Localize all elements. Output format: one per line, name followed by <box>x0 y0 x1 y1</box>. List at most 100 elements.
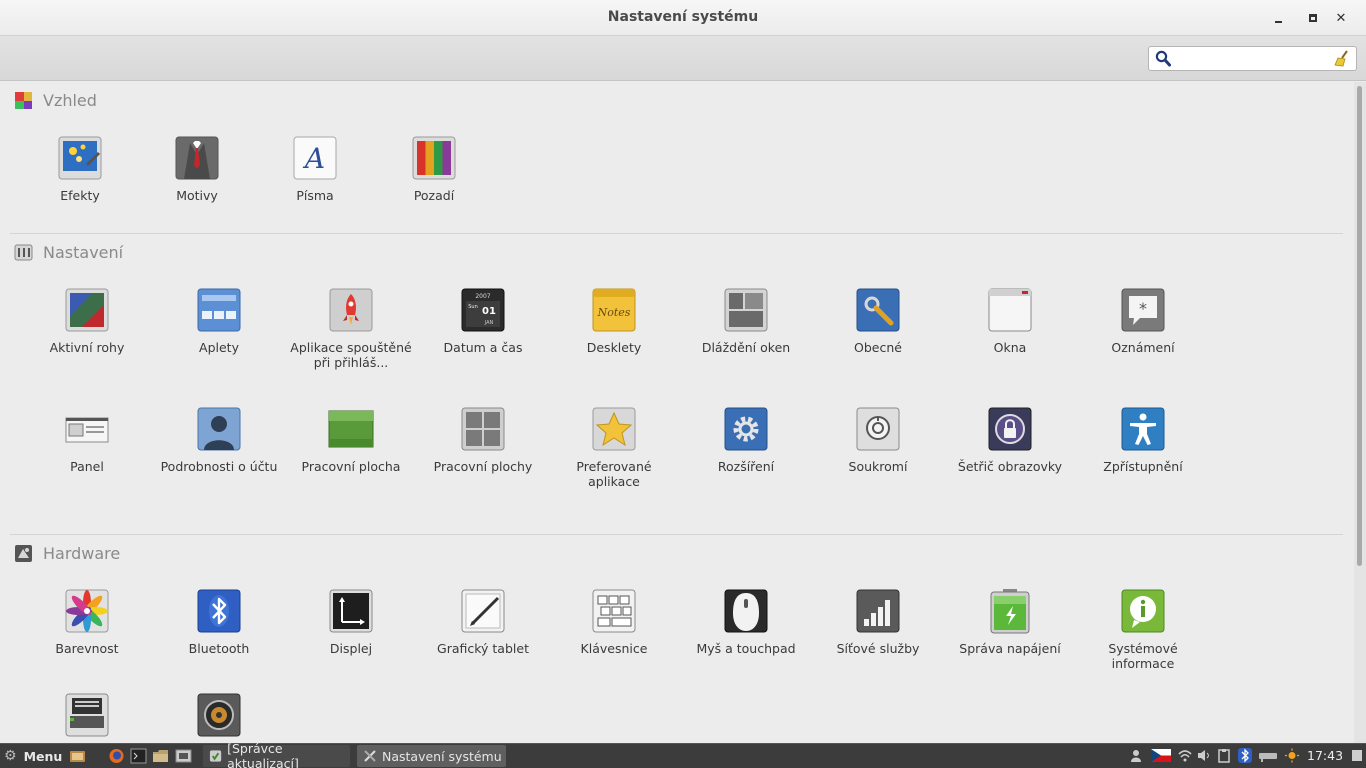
clock[interactable]: 17:43 <box>1307 748 1343 763</box>
scrollbar-thumb[interactable] <box>1357 86 1362 566</box>
taskbar-task-update-manager[interactable]: [Správce aktualizací] <box>203 741 350 768</box>
vertical-scrollbar[interactable] <box>1354 82 1366 743</box>
volume-icon[interactable] <box>1197 748 1211 763</box>
settings-item-aplety[interactable]: Aplety <box>154 287 284 355</box>
user-icon[interactable] <box>1129 748 1143 763</box>
section-divider <box>10 233 1343 234</box>
date-icon-month: JAN <box>484 320 494 326</box>
date-time-icon: 2007 Sun 01 JAN <box>461 288 505 332</box>
account-icon <box>197 407 241 451</box>
bluetooth-tray-icon[interactable] <box>1238 748 1252 763</box>
color-icon <box>65 589 109 633</box>
settings-item-printers[interactable] <box>22 692 152 743</box>
settings-item-sound[interactable] <box>154 692 284 743</box>
section-header-vzhled: Vzhled <box>14 91 97 110</box>
desklets-icon-text: Notes <box>597 306 631 319</box>
settings-item-podrobnosti-o-uctu[interactable]: Podrobnosti o účtu <box>154 406 284 474</box>
update-sun-icon[interactable] <box>1285 748 1299 763</box>
section-divider <box>10 534 1343 535</box>
close-button[interactable]: ✕ <box>1331 8 1351 28</box>
settings-item-bluetooth[interactable]: Bluetooth <box>154 588 284 656</box>
settings-item-sprava-napajeni[interactable]: Správa napájení <box>945 588 1075 656</box>
settings-item-okna[interactable]: Okna <box>945 287 1075 355</box>
notifications-icon: * <box>1121 288 1165 332</box>
settings-item-oznameni[interactable]: * Oznámení <box>1078 287 1208 355</box>
settings-item-label: Klávesnice <box>580 641 648 656</box>
menu-button[interactable]: ⚙ Menu <box>4 744 62 768</box>
minimize-icon <box>1274 21 1282 23</box>
settings-item-label: Oznámení <box>1111 340 1175 355</box>
search-box[interactable] <box>1148 46 1357 71</box>
settings-item-pracovni-plochy[interactable]: Pracovní plochy <box>418 406 548 474</box>
settings-item-setric-obrazovky[interactable]: Šetřič obrazovky <box>945 406 1075 474</box>
settings-item-displej[interactable]: Displej <box>286 588 416 656</box>
settings-item-pozadi[interactable]: Pozadí <box>369 135 499 203</box>
settings-item-obecne[interactable]: Obecné <box>813 287 943 355</box>
settings-item-label: Bluetooth <box>188 641 250 656</box>
date-icon-day-name: Sun <box>468 304 478 310</box>
settings-item-pracovni-plocha[interactable]: Pracovní plocha <box>286 406 416 474</box>
update-manager-icon <box>209 750 222 762</box>
mouse-icon <box>724 589 768 633</box>
settings-item-label: Datum a čas <box>443 340 523 355</box>
settings-item-datum-a-cas[interactable]: 2007 Sun 01 JAN Datum a čas <box>418 287 548 355</box>
close-icon: ✕ <box>1335 10 1347 26</box>
settings-item-soukromi[interactable]: Soukromí <box>813 406 943 474</box>
settings-item-efekty[interactable]: Efekty <box>15 135 145 203</box>
taskbar-task-system-settings[interactable]: Nastavení systému <box>357 745 506 767</box>
file-manager-icon[interactable] <box>152 748 169 764</box>
wifi-icon[interactable] <box>1178 748 1192 763</box>
settings-item-dlazdeni-oken[interactable]: Dláždění oken <box>681 287 811 355</box>
power-icon <box>990 589 1030 634</box>
screensaver-icon <box>988 407 1032 451</box>
settings-item-klavesnice[interactable]: Klávesnice <box>549 588 679 656</box>
settings-item-motivy[interactable]: Motivy <box>132 135 262 203</box>
settings-item-panel[interactable]: Panel <box>22 406 152 474</box>
terminal-icon[interactable] <box>130 748 147 764</box>
settings-item-label: Zpřístupnění <box>1103 459 1183 474</box>
settings-item-zpristupneni[interactable]: Zpřístupnění <box>1078 406 1208 474</box>
svg-text:*: * <box>1139 299 1147 318</box>
settings-item-barevnost[interactable]: Barevnost <box>22 588 152 656</box>
firefox-icon[interactable] <box>108 748 125 764</box>
clipboard-icon[interactable] <box>1217 748 1231 763</box>
settings-item-preferovane-aplikace[interactable]: Preferované aplikace <box>549 406 679 489</box>
minimize-button[interactable] <box>1268 8 1288 28</box>
settings-item-graficky-tablet[interactable]: Grafický tablet <box>418 588 548 656</box>
settings-item-aplikace-spoustene[interactable]: Aplikace spouštěné při přihláš... <box>286 287 416 370</box>
screenshot-icon[interactable] <box>175 748 192 764</box>
maximize-button[interactable] <box>1303 8 1323 28</box>
settings-item-label: Barevnost <box>55 641 119 656</box>
show-desktop-icon[interactable] <box>69 748 86 764</box>
clear-search-icon[interactable] <box>1334 50 1350 67</box>
show-desktop-corner-icon[interactable] <box>1350 748 1364 763</box>
section-header-hardware: Hardware <box>14 544 120 563</box>
keyboard-layout-flag-icon[interactable] <box>1151 748 1171 763</box>
window-titlebar[interactable]: Nastavení systému ✕ <box>0 0 1366 36</box>
settings-item-systemove-informace[interactable]: Systémové informace <box>1078 588 1208 671</box>
removable-drive-icon[interactable] <box>1258 748 1278 763</box>
network-icon <box>856 589 900 633</box>
settings-item-label: Pozadí <box>413 188 455 203</box>
section-title-hardware: Hardware <box>43 544 121 563</box>
accessibility-icon <box>1121 407 1165 451</box>
settings-item-pisma[interactable]: A Písma <box>250 135 380 203</box>
settings-item-label: Aktivní rohy <box>49 340 125 355</box>
settings-item-label: Panel <box>70 459 104 474</box>
keyboard-icon <box>592 589 636 633</box>
settings-item-rozsireni[interactable]: Rozšíření <box>681 406 811 474</box>
settings-item-label: Soukromí <box>848 459 908 474</box>
settings-item-mys-a-touchpad[interactable]: Myš a touchpad <box>681 588 811 656</box>
search-input[interactable] <box>1176 49 1326 68</box>
section-title-vzhled: Vzhled <box>43 91 97 110</box>
settings-item-label: Displej <box>329 641 373 656</box>
settings-item-label: Aplety <box>199 340 239 355</box>
settings-item-label: Podrobnosti o účtu <box>160 459 278 474</box>
settings-item-aktivni-rohy[interactable]: Aktivní rohy <box>22 287 152 355</box>
system-settings-icon <box>364 750 376 762</box>
maximize-icon <box>1309 14 1317 22</box>
settings-item-sitove-sluzby[interactable]: Síťové služby <box>813 588 943 656</box>
themes-icon <box>175 136 219 180</box>
settings-item-desklety[interactable]: Notes Desklety <box>549 287 679 355</box>
menu-gear-icon: ⚙ <box>4 748 17 764</box>
